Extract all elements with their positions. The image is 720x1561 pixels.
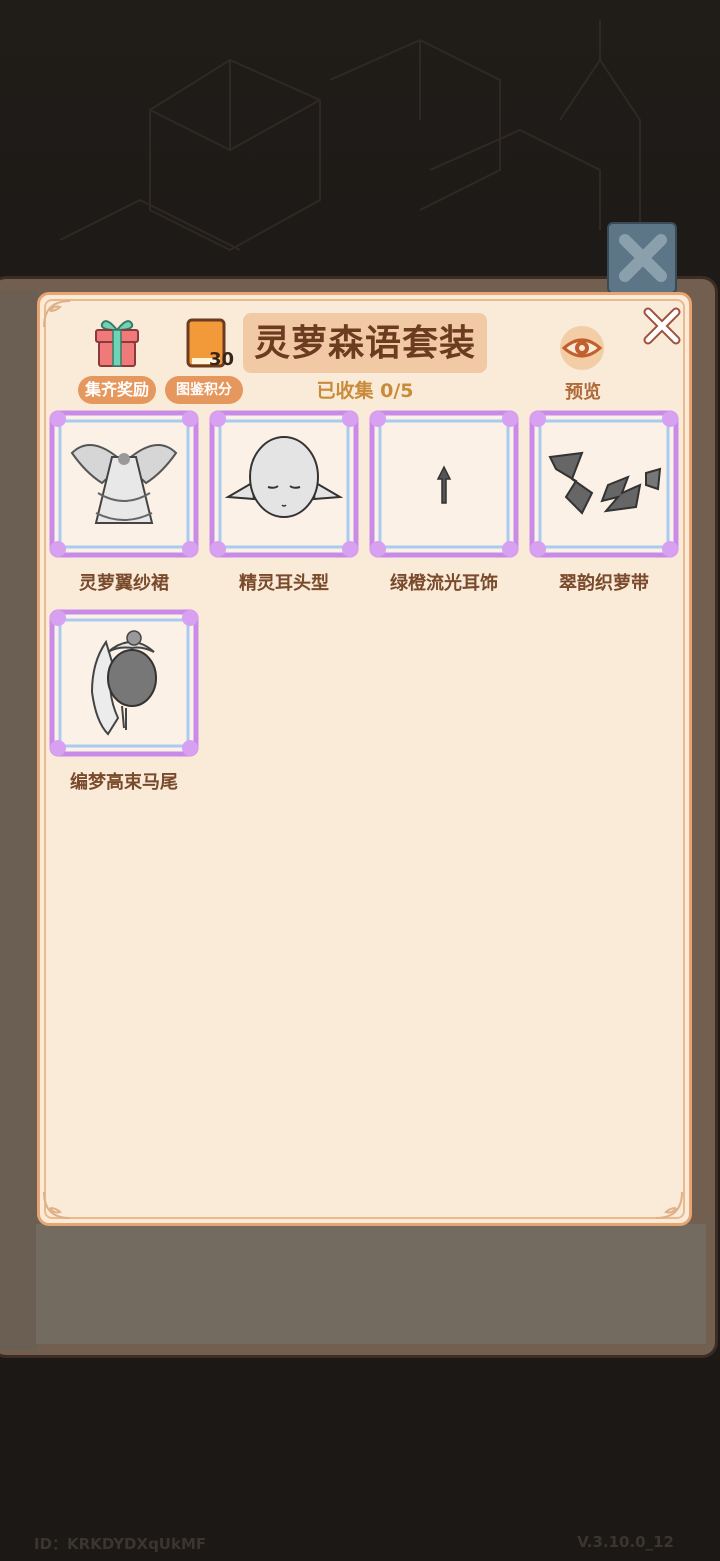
ribbon-icon bbox=[548, 451, 662, 515]
earring-icon bbox=[436, 465, 452, 504]
book-spine bbox=[0, 290, 38, 1350]
corner-ornament-icon bbox=[655, 1191, 683, 1219]
preview-button-label[interactable]: 预览 bbox=[548, 378, 618, 404]
version-label: V.3.10.0_12 bbox=[577, 1533, 674, 1551]
item-name: 翠韵织萝带 bbox=[559, 573, 649, 594]
score-value: 30 bbox=[209, 349, 235, 370]
item-card[interactable]: 精灵耳头型 bbox=[208, 409, 360, 594]
corner-ornament-icon bbox=[43, 300, 71, 328]
gift-icon[interactable] bbox=[92, 316, 142, 370]
item-card[interactable]: 绿橙流光耳饰 bbox=[368, 409, 520, 594]
suit-title: 灵萝森语套装 bbox=[253, 323, 476, 364]
ponytail-icon bbox=[90, 630, 157, 736]
eye-icon[interactable] bbox=[558, 324, 606, 372]
close-button[interactable] bbox=[640, 304, 684, 348]
outer-close-button[interactable] bbox=[607, 222, 677, 294]
book-page-bottom bbox=[36, 1224, 706, 1344]
item-card[interactable]: 编梦高束马尾 bbox=[48, 608, 200, 793]
item-name: 绿橙流光耳饰 bbox=[390, 573, 498, 594]
elf-head-icon bbox=[224, 436, 344, 518]
reward-button[interactable]: 集齐奖励 bbox=[78, 376, 156, 404]
player-id: ID：KRKDYDXqUkMF bbox=[34, 1535, 207, 1553]
dress-icon bbox=[70, 444, 178, 524]
bottom-bar bbox=[0, 1360, 720, 1561]
item-card[interactable]: 灵萝翼纱裙 bbox=[48, 409, 200, 594]
item-card[interactable]: 翠韵织萝带 bbox=[528, 409, 680, 594]
corner-ornament-icon bbox=[43, 1191, 71, 1219]
score-button[interactable]: 图鉴积分 bbox=[165, 376, 243, 404]
item-name: 编梦高束马尾 bbox=[70, 772, 178, 793]
collected-counter: 已收集 0/5 bbox=[316, 380, 414, 402]
close-icon bbox=[619, 234, 667, 282]
item-name: 灵萝翼纱裙 bbox=[79, 573, 169, 594]
item-name: 精灵耳头型 bbox=[239, 573, 329, 594]
